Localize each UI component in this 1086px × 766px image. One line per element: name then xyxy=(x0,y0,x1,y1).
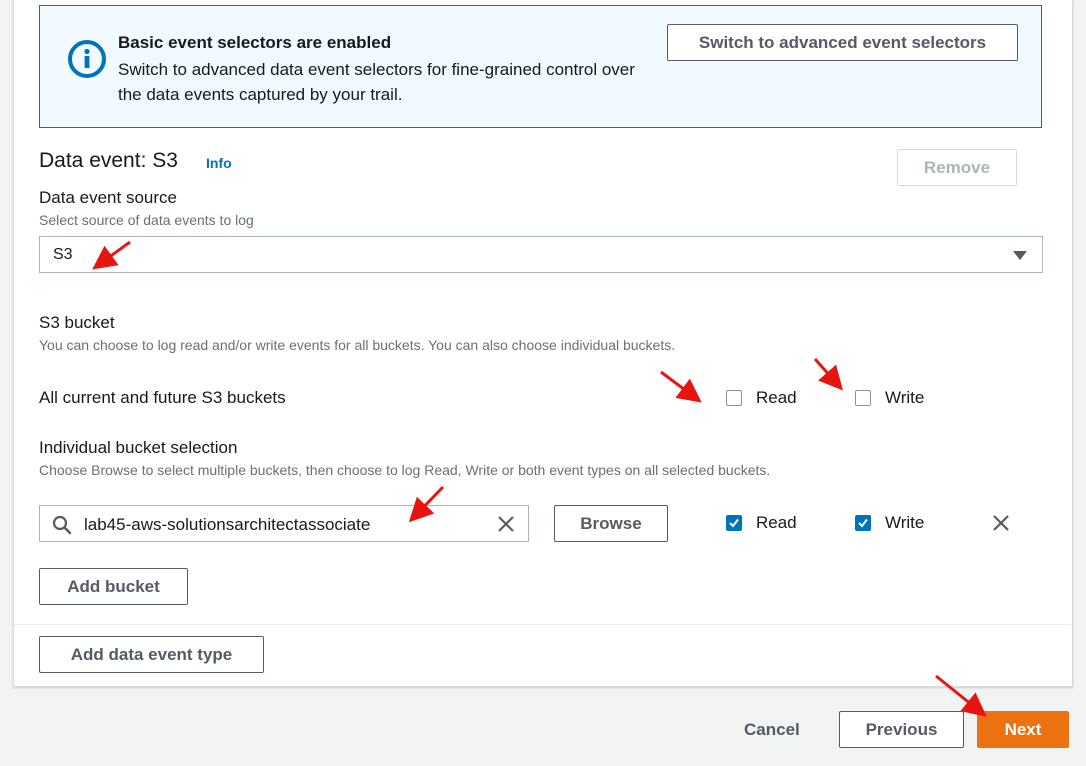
alert-text: Switch to advanced data event selectors … xyxy=(118,60,635,104)
individual-bucket-desc: Choose Browse to select multiple buckets… xyxy=(39,462,771,478)
data-event-source-desc: Select source of data events to log xyxy=(39,212,254,228)
check-icon xyxy=(858,518,868,528)
remove-bucket-icon[interactable] xyxy=(991,513,1011,533)
remove-button[interactable]: Remove xyxy=(897,149,1017,186)
clear-icon[interactable] xyxy=(496,514,516,534)
cancel-button[interactable]: Cancel xyxy=(744,720,800,740)
add-data-event-type-button[interactable]: Add data event type xyxy=(39,636,264,673)
previous-button[interactable]: Previous xyxy=(839,711,964,748)
search-value: lab45-aws-solutionsarchitectassociate xyxy=(84,515,371,534)
info-link[interactable]: Info xyxy=(206,155,232,171)
individual-write-label: Write xyxy=(885,513,925,532)
individual-read-label: Read xyxy=(756,513,797,532)
all-read-checkbox[interactable] xyxy=(726,390,742,406)
all-write-label: Write xyxy=(885,388,925,407)
all-write-checkbox[interactable] xyxy=(855,390,871,406)
s3-bucket-label: S3 bucket xyxy=(39,313,115,332)
all-buckets-label: All current and future S3 buckets xyxy=(39,388,286,407)
add-bucket-button[interactable]: Add bucket xyxy=(39,568,188,605)
check-icon xyxy=(729,518,739,528)
s3-bucket-desc: You can choose to log read and/or write … xyxy=(39,337,676,353)
search-icon xyxy=(52,515,72,535)
select-value: S3 xyxy=(53,246,73,263)
individual-bucket-label: Individual bucket selection xyxy=(39,438,238,457)
next-button[interactable]: Next xyxy=(977,711,1069,748)
section-title: Data event: S3 xyxy=(39,149,178,172)
caret-down-icon xyxy=(1013,251,1027,260)
bucket-search-input[interactable]: lab45-aws-solutionsarchitectassociate xyxy=(39,505,529,542)
switch-advanced-selectors-button[interactable]: Switch to advanced event selectors xyxy=(667,24,1018,61)
data-event-source-select[interactable]: S3 xyxy=(39,236,1043,273)
individual-read-checkbox[interactable] xyxy=(726,515,742,531)
alert-title: Basic event selectors are enabled xyxy=(118,33,392,52)
divider xyxy=(14,624,1071,625)
info-icon xyxy=(68,40,106,78)
data-event-source-label: Data event source xyxy=(39,188,177,207)
individual-write-checkbox[interactable] xyxy=(855,515,871,531)
browse-button[interactable]: Browse xyxy=(554,505,668,542)
all-read-label: Read xyxy=(756,388,797,407)
